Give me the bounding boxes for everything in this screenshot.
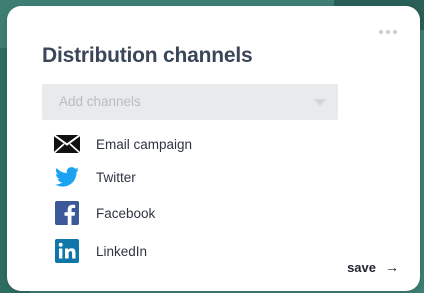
linkedin-icon	[53, 237, 81, 265]
more-options-icon[interactable]	[379, 30, 397, 34]
add-channels-select[interactable]: Add channels	[42, 84, 338, 120]
channel-item-twitter[interactable]: Twitter	[53, 163, 136, 191]
envelope-icon	[53, 130, 81, 158]
distribution-channels-card: Distribution channels Add channels Email…	[7, 6, 420, 291]
channel-label: LinkedIn	[96, 243, 148, 259]
chevron-down-icon	[314, 99, 326, 106]
card-title: Distribution channels	[42, 44, 253, 67]
channel-label: Facebook	[96, 205, 156, 221]
twitter-icon	[53, 163, 81, 191]
add-channels-placeholder: Add channels	[59, 94, 141, 109]
save-button-label: save	[347, 259, 376, 275]
menu-dot	[393, 30, 397, 34]
facebook-icon	[53, 199, 81, 227]
menu-dot	[386, 30, 390, 34]
channel-label: Email campaign	[96, 136, 193, 152]
save-button[interactable]: save →	[347, 259, 399, 275]
channel-label: Twitter	[96, 169, 136, 185]
channel-item-email-campaign[interactable]: Email campaign	[53, 130, 192, 158]
menu-dot	[379, 30, 383, 34]
arrow-right-icon: →	[385, 259, 399, 275]
channel-item-facebook[interactable]: Facebook	[53, 199, 155, 227]
channel-item-linkedin[interactable]: LinkedIn	[53, 237, 147, 265]
